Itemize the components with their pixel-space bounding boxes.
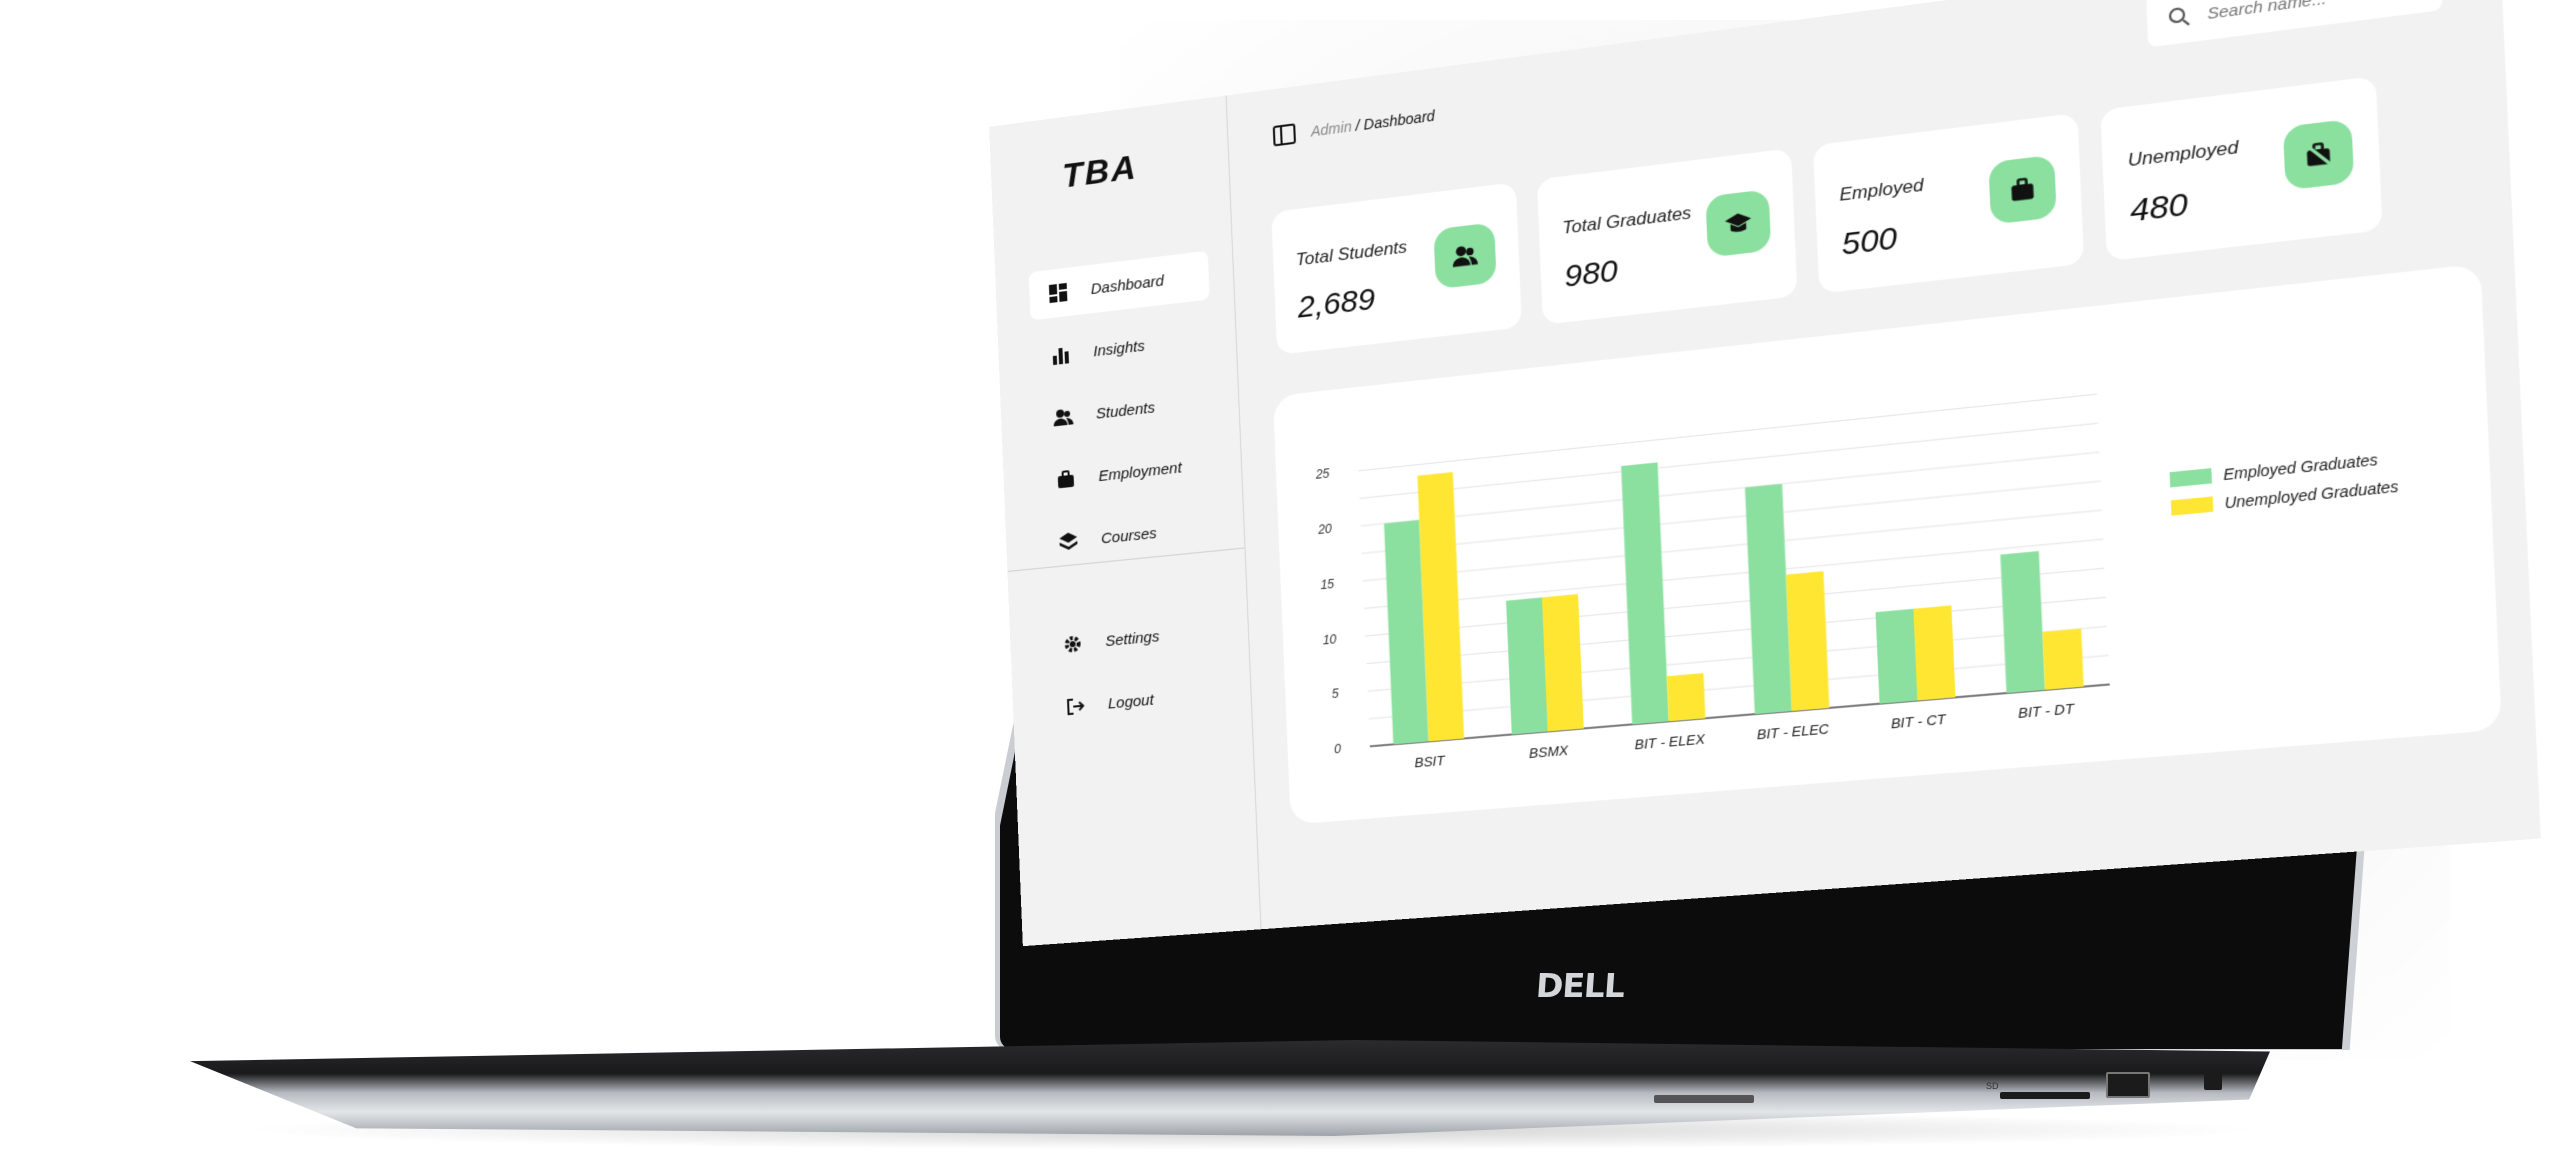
y-tick-label: 20 bbox=[1317, 521, 1333, 537]
sd-port-label: SD bbox=[1986, 1081, 1999, 1091]
x-tick-label: BSIT bbox=[1414, 752, 1446, 770]
stat-label: Unemployed bbox=[2127, 137, 2239, 172]
usb-port bbox=[2106, 1072, 2150, 1098]
stat-label: Total Graduates bbox=[1562, 203, 1692, 239]
sidebar-item-label: Dashboard bbox=[1090, 272, 1164, 298]
gear-icon bbox=[1061, 632, 1084, 656]
bar bbox=[1621, 462, 1669, 724]
stat-card-unemployed: Unemployed 480 bbox=[2100, 76, 2382, 261]
gridline bbox=[1369, 655, 2109, 718]
dashboard-icon bbox=[1047, 281, 1070, 306]
y-tick-label: 10 bbox=[1322, 631, 1337, 647]
sidebar-item-logout[interactable]: Logout bbox=[1046, 669, 1228, 733]
x-axis-line bbox=[1370, 684, 2110, 746]
y-tick-label: 0 bbox=[1334, 741, 1342, 756]
sidebar-item-label: Logout bbox=[1108, 691, 1154, 712]
sidebar-item-label: Courses bbox=[1101, 524, 1157, 547]
gridline bbox=[1362, 481, 2101, 553]
sidebar-item-label: Insights bbox=[1093, 337, 1145, 360]
stat-value: 500 bbox=[1841, 221, 1898, 264]
stat-label: Employed bbox=[1839, 175, 1924, 206]
search-input[interactable] bbox=[2204, 0, 2434, 24]
bar bbox=[2000, 551, 2045, 693]
bar bbox=[1786, 571, 1829, 711]
legend-swatch bbox=[2171, 496, 2213, 515]
sidebar-item-label: Employment bbox=[1098, 459, 1182, 485]
sidebar-item-insights[interactable]: Insights bbox=[1031, 314, 1212, 383]
chart-card: 0 5 10 15 20 25 BSIT BSMX BIT - ELEX BIT - ELEC BI… bbox=[1273, 264, 2502, 825]
sidebar-item-settings[interactable]: Settings bbox=[1043, 606, 1224, 671]
employment-bar-chart: 0 5 10 15 20 25 BSIT BSMX BIT - ELEX BIT - ELEC BI… bbox=[1273, 264, 2502, 825]
lock-slot bbox=[2204, 1070, 2222, 1090]
sidebar-toggle-icon[interactable] bbox=[1272, 121, 1297, 149]
layers-icon bbox=[1057, 530, 1080, 554]
x-tick-label: BSMX bbox=[1529, 742, 1569, 761]
gridline bbox=[1358, 394, 2097, 471]
gridline bbox=[1365, 568, 2104, 636]
x-tick-label: BIT - DT bbox=[2018, 700, 2076, 721]
stat-value: 2,689 bbox=[1297, 282, 1376, 326]
breadcrumb-separator: / bbox=[1351, 116, 1364, 134]
search-icon bbox=[2167, 5, 2191, 30]
stat-card-total-graduates: Total Graduates 980 bbox=[1537, 148, 1798, 325]
search-box[interactable] bbox=[2146, 0, 2442, 47]
bar bbox=[1542, 594, 1584, 731]
legend-swatch bbox=[2170, 468, 2212, 487]
bar bbox=[1506, 597, 1548, 734]
sidebar-item-employment[interactable]: Employment bbox=[1036, 439, 1217, 506]
sidebar-item-label: Students bbox=[1096, 399, 1156, 423]
laptop-brand-logo: DELL bbox=[1535, 966, 1618, 1006]
bar bbox=[1913, 605, 1955, 700]
users-icon bbox=[1052, 405, 1075, 429]
dashboard-app: TBA Dashboard Insights Students Employme… bbox=[989, 0, 2541, 946]
briefcase-off-icon bbox=[2283, 119, 2354, 191]
x-tick-label: BIT - CT bbox=[1891, 711, 1948, 732]
hinge-vent bbox=[1654, 1095, 1754, 1103]
bar bbox=[2042, 629, 2083, 690]
stat-card-total-students: Total Students 2,689 bbox=[1271, 182, 1522, 355]
briefcase-icon bbox=[1988, 155, 2056, 225]
bar bbox=[1745, 484, 1792, 714]
graduation-cap-icon bbox=[1705, 189, 1771, 258]
app-logo: TBA bbox=[1061, 148, 1138, 197]
legend-label: Employed Graduates bbox=[2223, 451, 2378, 484]
gridline bbox=[1366, 597, 2105, 663]
x-tick-label: BIT - ELEC bbox=[1757, 721, 1830, 743]
bar bbox=[1876, 609, 1918, 704]
users-icon bbox=[1433, 222, 1496, 289]
stat-card-employed: Employed 500 bbox=[1813, 113, 2084, 294]
breadcrumb: Admin / Dashboard bbox=[1272, 103, 1436, 149]
breadcrumb-current: Dashboard bbox=[1363, 107, 1435, 133]
briefcase-icon bbox=[1055, 467, 1078, 491]
sidebar-item-students[interactable]: Students bbox=[1034, 376, 1215, 444]
gridline bbox=[1359, 423, 2098, 498]
stat-value: 480 bbox=[2129, 187, 2188, 231]
y-tick-label: 15 bbox=[1320, 576, 1335, 592]
y-tick-label: 5 bbox=[1332, 686, 1340, 701]
legend-label: Unemployed Graduates bbox=[2224, 477, 2399, 511]
stat-label: Total Students bbox=[1295, 237, 1407, 271]
gridline bbox=[1368, 626, 2108, 691]
logout-icon bbox=[1064, 694, 1087, 718]
sd-card-slot bbox=[2000, 1092, 2090, 1099]
bar-chart-icon bbox=[1049, 343, 1072, 368]
sidebar-item-dashboard[interactable]: Dashboard bbox=[1029, 251, 1210, 321]
breadcrumb-parent[interactable]: Admin bbox=[1311, 118, 1352, 140]
sidebar-item-label: Settings bbox=[1105, 627, 1160, 649]
gridline bbox=[1364, 539, 2103, 608]
sidebar: TBA Dashboard Insights Students Employme… bbox=[989, 95, 1261, 946]
screen: TBA Dashboard Insights Students Employme… bbox=[989, 0, 2553, 946]
y-tick-label: 25 bbox=[1314, 467, 1330, 483]
bar bbox=[1667, 673, 1706, 721]
stat-value: 980 bbox=[1564, 254, 1619, 296]
gridline bbox=[1363, 510, 2102, 581]
gridline bbox=[1361, 452, 2100, 526]
x-tick-label: BIT - ELEX bbox=[1634, 731, 1705, 753]
